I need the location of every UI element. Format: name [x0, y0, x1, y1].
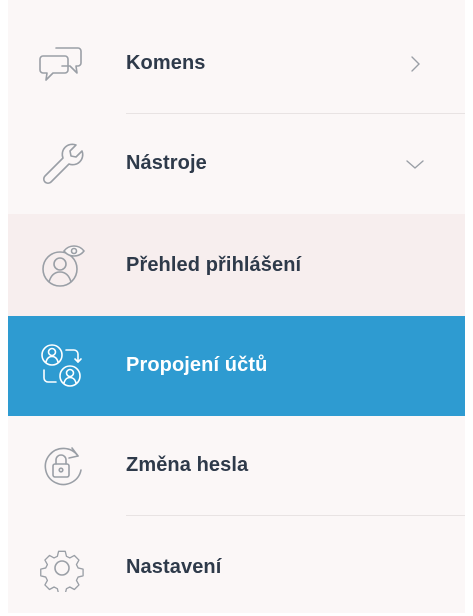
- menu-item-label: Komens: [126, 52, 206, 74]
- menu-item-label: Propojení účtů: [126, 354, 268, 376]
- menu-item-label: Nástroje: [126, 152, 207, 174]
- menu-item-prehled-prihlaseni[interactable]: Přehled přihlášení: [8, 214, 465, 316]
- chevron-right-icon: [405, 54, 425, 74]
- menu-item-zmena-hesla[interactable]: Změna hesla: [8, 416, 465, 516]
- menu-item-komens[interactable]: Komens: [8, 14, 465, 114]
- menu-item-label: Změna hesla: [126, 454, 249, 476]
- page-margin: [465, 0, 473, 613]
- chevron-down-icon: [405, 154, 425, 174]
- lock-refresh-icon: [38, 442, 86, 490]
- menu-item-propojeni-uctu[interactable]: Propojení účtů: [8, 316, 465, 416]
- wrench-icon: [38, 140, 86, 188]
- side-menu: Komens Nástroje Přehled přihlášení Propo…: [8, 0, 465, 613]
- chat-bubbles-icon: [38, 40, 86, 88]
- menu-item-label: Přehled přihlášení: [126, 254, 302, 276]
- menu-item-nastaveni[interactable]: Nastavení: [8, 516, 465, 616]
- menu-item-label: Nastavení: [126, 556, 222, 578]
- user-eye-icon: [38, 242, 86, 290]
- gear-icon: [38, 544, 86, 592]
- linked-users-icon: [38, 342, 86, 390]
- menu-item-nastroje[interactable]: Nástroje: [8, 114, 465, 214]
